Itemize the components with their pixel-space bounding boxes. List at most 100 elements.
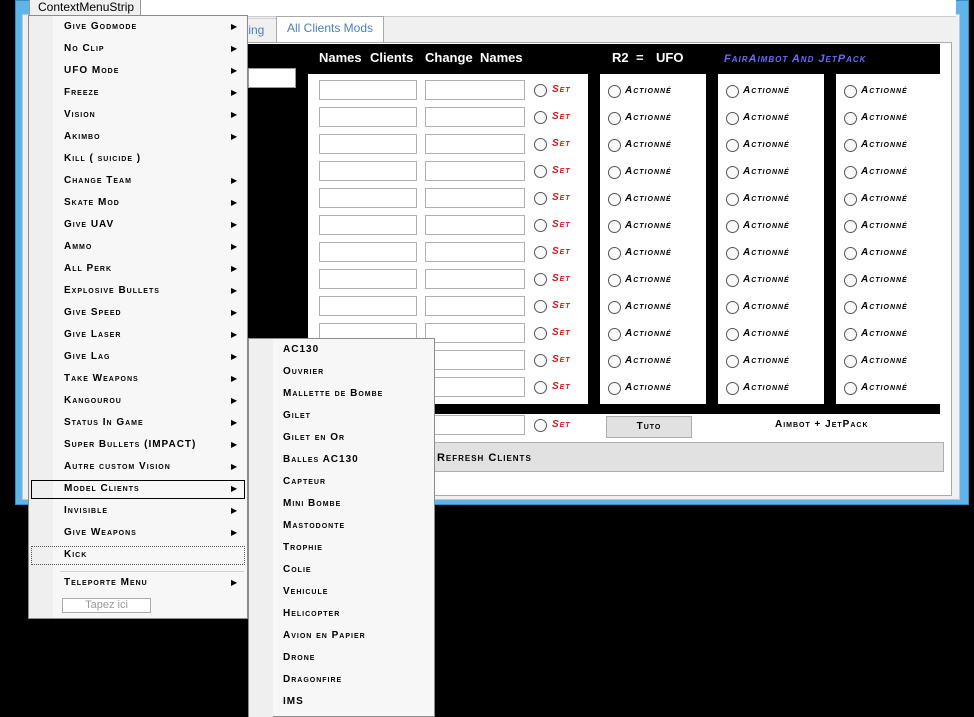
submenu-item[interactable]: Drone (283, 652, 315, 663)
menu-item[interactable]: Kangourou (64, 395, 122, 406)
menu-item[interactable]: Ammo (64, 241, 92, 252)
set-radio[interactable] (534, 327, 547, 340)
action-radio[interactable] (608, 139, 621, 152)
set-radio[interactable] (534, 354, 547, 367)
change-name-field[interactable] (425, 161, 525, 181)
set-radio[interactable] (534, 246, 547, 259)
set-radio[interactable] (534, 84, 547, 97)
set-radio[interactable] (534, 419, 547, 432)
menu-item[interactable]: UFO Mode (64, 65, 119, 76)
submenu-item[interactable]: Capteur (283, 476, 326, 487)
client-name-field[interactable] (319, 215, 417, 235)
change-name-field[interactable] (425, 215, 525, 235)
action-radio[interactable] (726, 139, 739, 152)
submenu-item[interactable]: Mastodonte (283, 520, 345, 531)
menu-item[interactable]: Teleporte Menu (64, 577, 148, 588)
menu-item[interactable]: Vision (64, 109, 96, 120)
set-radio[interactable] (534, 273, 547, 286)
menu-item[interactable]: Give UAV (64, 219, 114, 230)
submenu-item[interactable]: Vehicule (283, 586, 328, 597)
menu-item[interactable]: Give Lag (64, 351, 110, 362)
change-name-field[interactable] (425, 134, 525, 154)
menu-item[interactable]: Give Laser (64, 329, 121, 340)
menu-item[interactable]: Autre custom Vision (64, 461, 171, 472)
menu-item[interactable]: All Perk (64, 263, 112, 274)
action-radio[interactable] (726, 193, 739, 206)
set-radio[interactable] (534, 219, 547, 232)
client-name-field[interactable] (319, 80, 417, 100)
change-name-field[interactable] (425, 415, 525, 435)
client-search-input[interactable] (248, 68, 296, 88)
action-radio[interactable] (608, 166, 621, 179)
action-radio[interactable] (726, 355, 739, 368)
action-radio[interactable] (608, 247, 621, 260)
action-radio[interactable] (844, 328, 857, 341)
change-name-field[interactable] (425, 188, 525, 208)
submenu-item[interactable]: Gilet en Or (283, 432, 345, 443)
action-radio[interactable] (844, 166, 857, 179)
menu-item[interactable]: Explosive Bullets (64, 285, 160, 296)
action-radio[interactable] (844, 139, 857, 152)
menu-item[interactable]: Kick (64, 549, 87, 560)
tab-all-clients-mods[interactable]: All Clients Mods (276, 16, 385, 42)
change-name-field[interactable] (425, 296, 525, 316)
submenu-item[interactable]: Mallette de Bombe (283, 388, 383, 399)
submenu-item[interactable]: Gilet (283, 410, 311, 421)
submenu-item[interactable]: Ouvrier (283, 366, 324, 377)
submenu-item[interactable]: IMS (283, 696, 304, 707)
set-radio[interactable] (534, 165, 547, 178)
change-name-field[interactable] (425, 323, 525, 343)
menu-item[interactable]: Akimbo (64, 131, 101, 142)
menu-item[interactable]: Give Weapons (64, 527, 137, 538)
submenu-item[interactable]: Trophie (283, 542, 323, 553)
client-name-field[interactable] (319, 161, 417, 181)
action-radio[interactable] (844, 274, 857, 287)
menu-item[interactable]: Kill ( suicide ) (64, 153, 141, 164)
client-name-field[interactable] (319, 242, 417, 262)
set-radio[interactable] (534, 111, 547, 124)
tapez-ici-input[interactable]: Tapez ici (62, 598, 151, 613)
menu-item[interactable]: Status In Game (64, 417, 144, 428)
menu-item[interactable]: Skate Mod (64, 197, 120, 208)
client-name-field[interactable] (319, 107, 417, 127)
action-radio[interactable] (608, 328, 621, 341)
action-radio[interactable] (608, 85, 621, 98)
action-radio[interactable] (726, 274, 739, 287)
action-radio[interactable] (608, 355, 621, 368)
action-radio[interactable] (844, 220, 857, 233)
menu-item[interactable]: Super Bullets (IMPACT) (64, 439, 196, 450)
change-name-field[interactable] (425, 350, 525, 370)
set-radio[interactable] (534, 138, 547, 151)
action-radio[interactable] (844, 193, 857, 206)
action-radio[interactable] (844, 85, 857, 98)
action-radio[interactable] (726, 85, 739, 98)
action-radio[interactable] (726, 382, 739, 395)
menu-item[interactable]: No Clip (64, 43, 105, 54)
submenu-item[interactable]: Avion en Papier (283, 630, 366, 641)
action-radio[interactable] (726, 328, 739, 341)
menu-item[interactable]: Take Weapons (64, 373, 139, 384)
submenu-item[interactable]: Mini Bombe (283, 498, 341, 509)
action-radio[interactable] (726, 247, 739, 260)
action-radio[interactable] (844, 301, 857, 314)
client-name-field[interactable] (319, 296, 417, 316)
client-name-field[interactable] (319, 188, 417, 208)
menu-item[interactable]: Give Speed (64, 307, 122, 318)
action-radio[interactable] (608, 112, 621, 125)
submenu-item[interactable]: Dragonfire (283, 674, 342, 685)
tuto-button[interactable]: Tuto (606, 416, 692, 438)
client-name-field[interactable] (319, 134, 417, 154)
set-radio[interactable] (534, 300, 547, 313)
action-radio[interactable] (608, 382, 621, 395)
action-radio[interactable] (726, 166, 739, 179)
change-name-field[interactable] (425, 377, 525, 397)
menu-item[interactable]: Give Godmode (64, 21, 137, 32)
action-radio[interactable] (608, 274, 621, 287)
action-radio[interactable] (844, 382, 857, 395)
action-radio[interactable] (726, 112, 739, 125)
change-name-field[interactable] (425, 107, 525, 127)
menu-item[interactable]: Invisible (64, 505, 108, 516)
refresh-clients-button[interactable]: t Refresh Clients (420, 442, 944, 472)
menu-item[interactable]: Model Clients (64, 483, 140, 494)
set-radio[interactable] (534, 381, 547, 394)
